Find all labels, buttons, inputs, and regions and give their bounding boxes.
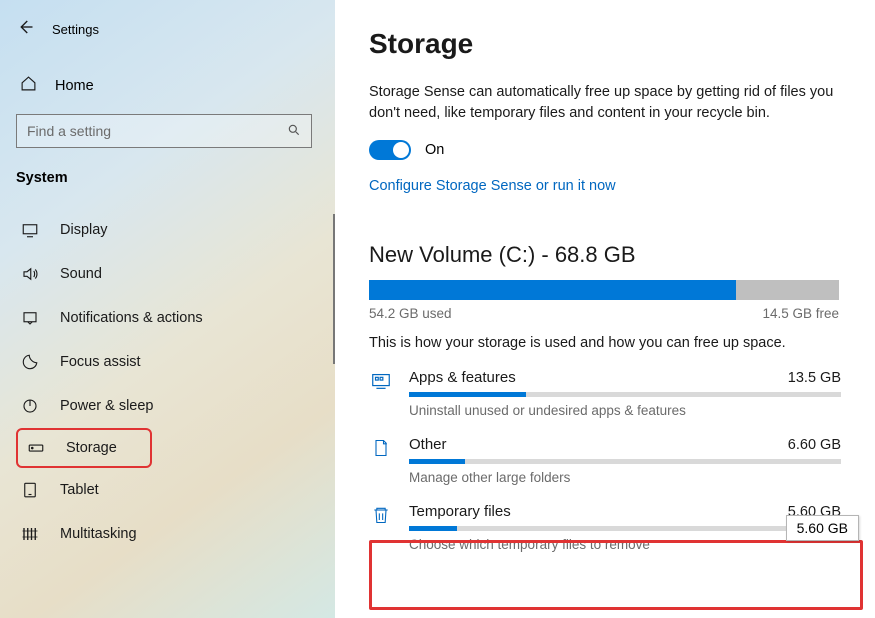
storage-sense-description: Storage Sense can automatically free up … <box>369 82 839 124</box>
annotation-highlight-temporary-files <box>369 540 863 610</box>
volume-title: New Volume (C:) - 68.8 GB <box>369 242 841 268</box>
display-icon <box>20 221 40 239</box>
toggle-state-label: On <box>425 142 444 158</box>
category-label: System <box>16 170 319 186</box>
volume-free-label: 14.5 GB free <box>762 306 839 321</box>
home-icon <box>20 75 37 97</box>
sidebar-item-notifications[interactable]: Notifications & actions <box>16 296 319 340</box>
configure-storage-sense-link[interactable]: Configure Storage Sense or run it now <box>369 178 841 194</box>
storage-item-other[interactable]: Other 6.60 GB Manage other large folders <box>369 436 841 485</box>
sidebar-home[interactable]: Home <box>16 72 319 100</box>
tablet-icon <box>20 481 40 499</box>
sound-icon <box>20 265 40 283</box>
sidebar-item-storage[interactable]: Storage <box>16 428 152 468</box>
storage-item-sub: Uninstall unused or undesired apps & fea… <box>409 403 841 418</box>
sidebar-item-power-sleep[interactable]: Power & sleep <box>16 384 319 428</box>
sidebar-item-label: Sound <box>60 266 102 282</box>
storage-item-apps[interactable]: Apps & features 13.5 GB Uninstall unused… <box>369 369 841 418</box>
trash-icon <box>369 503 393 527</box>
sidebar-item-label: Multitasking <box>60 526 137 542</box>
page-title: Storage <box>369 28 841 60</box>
storage-item-name: Other <box>409 436 447 453</box>
back-icon[interactable] <box>16 18 34 41</box>
notifications-icon <box>20 309 40 327</box>
sidebar-item-label: Notifications & actions <box>60 310 203 326</box>
sidebar-item-multitasking[interactable]: Multitasking <box>16 512 319 556</box>
storage-item-bar <box>409 459 841 464</box>
nav-list: Display Sound Notifications & actions Fo… <box>16 208 319 556</box>
apps-icon <box>369 369 393 393</box>
storage-item-sub: Manage other large folders <box>409 470 841 485</box>
sidebar-item-sound[interactable]: Sound <box>16 252 319 296</box>
sidebar-item-label: Focus assist <box>60 354 141 370</box>
storage-item-size: 6.60 GB <box>788 437 841 453</box>
storage-item-name: Temporary files <box>409 503 511 520</box>
storage-icon <box>26 439 46 457</box>
sidebar-item-label: Display <box>60 222 108 238</box>
storage-item-bar <box>409 526 841 531</box>
sidebar-item-label: Power & sleep <box>60 398 154 414</box>
settings-label: Settings <box>52 22 99 37</box>
tooltip: 5.60 GB <box>786 515 859 541</box>
search-icon <box>287 123 301 140</box>
sidebar-item-display[interactable]: Display <box>16 208 319 252</box>
storage-item-size: 13.5 GB <box>788 370 841 386</box>
sidebar-item-tablet[interactable]: Tablet <box>16 468 319 512</box>
sidebar-item-label: Tablet <box>60 482 99 498</box>
other-icon <box>369 436 393 460</box>
sidebar: Settings Home Find a setting System Disp… <box>0 0 335 618</box>
volume-used-label: 54.2 GB used <box>369 306 452 321</box>
storage-sense-toggle[interactable] <box>369 140 411 160</box>
sidebar-item-label: Storage <box>66 440 117 456</box>
sidebar-item-focus-assist[interactable]: Focus assist <box>16 340 319 384</box>
focus-assist-icon <box>20 353 40 371</box>
storage-item-bar <box>409 392 841 397</box>
usage-description: This is how your storage is used and how… <box>369 335 841 351</box>
multitasking-icon <box>20 525 40 543</box>
volume-usage-bar <box>369 280 839 300</box>
search-placeholder: Find a setting <box>27 123 111 139</box>
search-input[interactable]: Find a setting <box>16 114 312 148</box>
power-icon <box>20 397 40 415</box>
home-label: Home <box>55 78 94 94</box>
storage-item-name: Apps & features <box>409 369 516 386</box>
